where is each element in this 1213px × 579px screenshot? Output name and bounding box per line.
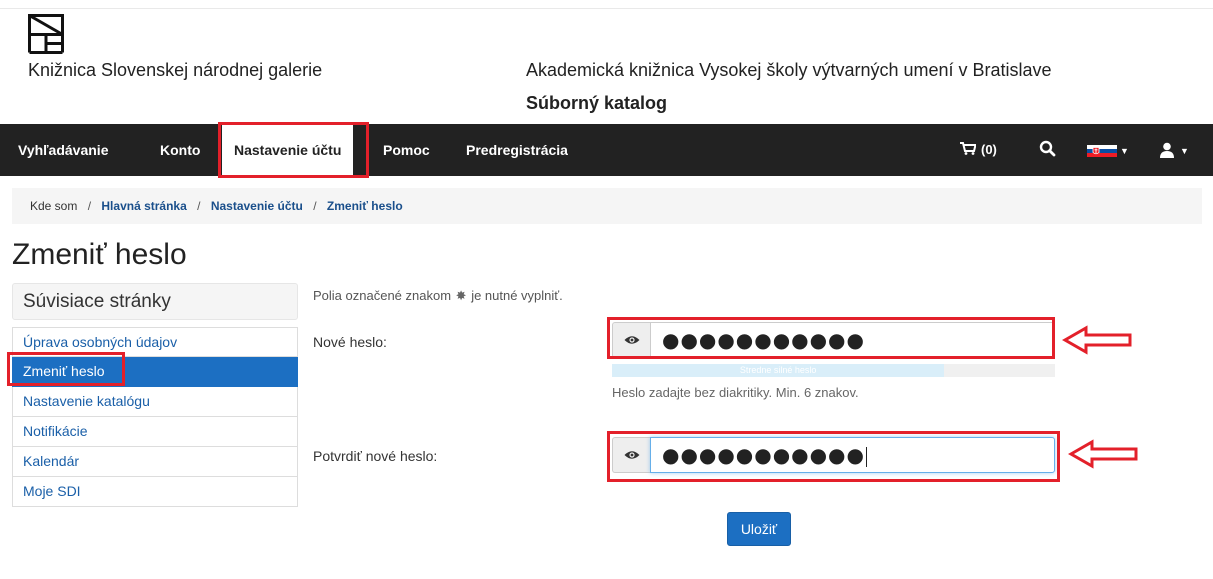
save-button[interactable]: Uložiť — [727, 512, 791, 546]
user-icon[interactable] — [1160, 142, 1174, 158]
sidebar-item-catalog-settings[interactable]: Nastavenie katalógu — [12, 387, 298, 417]
sidebar-heading: Súvisiace stránky — [12, 283, 298, 320]
breadcrumb-link-account-settings[interactable]: Nastavenie účtu — [211, 199, 303, 213]
password-strength-fill: Stredne silné heslo — [612, 364, 945, 377]
new-password-label: Nové heslo: — [313, 334, 387, 350]
password-hint: Heslo zadajte bez diakritiky. Min. 6 zna… — [612, 385, 859, 400]
sk-flag-icon[interactable] — [1087, 145, 1117, 157]
nav-item-account[interactable]: Konto — [160, 124, 200, 176]
breadcrumb-link-change-password[interactable]: Zmeniť heslo — [327, 199, 403, 213]
required-fields-note: Polia označené znakom ✸ je nutné vyplniť… — [313, 288, 563, 304]
required-star-icon: ✸ — [455, 288, 467, 303]
nav-item-help[interactable]: Pomoc — [383, 124, 430, 176]
sidebar-item-my-sdi[interactable]: Moje SDI — [12, 477, 298, 507]
cart-count: (0) — [981, 142, 997, 157]
confirm-password-label: Potvrdiť nové heslo: — [313, 448, 438, 464]
main-navbar: Vyhľadávanie Konto Nastavenie účtu Pomoc… — [0, 124, 1213, 176]
annotation-arrow-icon — [1062, 325, 1132, 355]
breadcrumb-separator: / — [87, 199, 92, 213]
annotation-arrow-icon — [1068, 439, 1138, 469]
top-divider — [0, 8, 1213, 9]
highlight-confirm-password — [607, 431, 1060, 482]
library-name-right: Akademická knižnica Vysokej školy výtvar… — [526, 60, 1052, 80]
cart-button[interactable]: (0) — [960, 124, 997, 176]
breadcrumb-link-home[interactable]: Hlavná stránka — [101, 199, 186, 213]
required-note-text: Polia označené znakom — [313, 288, 452, 303]
search-icon[interactable] — [1039, 140, 1057, 158]
page-title: Zmeniť heslo — [12, 238, 187, 271]
breadcrumb-label: Kde som — [30, 199, 78, 213]
library-logo-icon — [28, 14, 64, 54]
breadcrumb: Kde som / Hlavná stránka / Nastavenie úč… — [12, 188, 1202, 224]
breadcrumb-separator: / — [313, 199, 317, 213]
sidebar-item-calendar[interactable]: Kalendár — [12, 447, 298, 477]
required-note-text-end: je nutné vyplniť. — [471, 288, 563, 303]
breadcrumb-separator: / — [197, 199, 201, 213]
language-caret-icon[interactable]: ▼ — [1120, 146, 1129, 156]
nav-item-preregistration[interactable]: Predregistrácia — [466, 124, 568, 176]
cart-icon — [960, 142, 977, 155]
password-strength-bar: Stredne silné heslo — [612, 364, 1055, 377]
highlight-sidebar-change-password — [7, 352, 125, 386]
highlight-nav-settings — [218, 122, 369, 178]
user-caret-icon[interactable]: ▼ — [1180, 146, 1189, 156]
highlight-new-password — [607, 317, 1055, 359]
nav-item-search[interactable]: Vyhľadávanie — [18, 124, 108, 176]
catalog-title: Súborný katalog — [526, 93, 668, 113]
library-name-left: Knižnica Slovenskej národnej galerie — [28, 60, 323, 80]
sidebar-item-notifications[interactable]: Notifikácie — [12, 417, 298, 447]
